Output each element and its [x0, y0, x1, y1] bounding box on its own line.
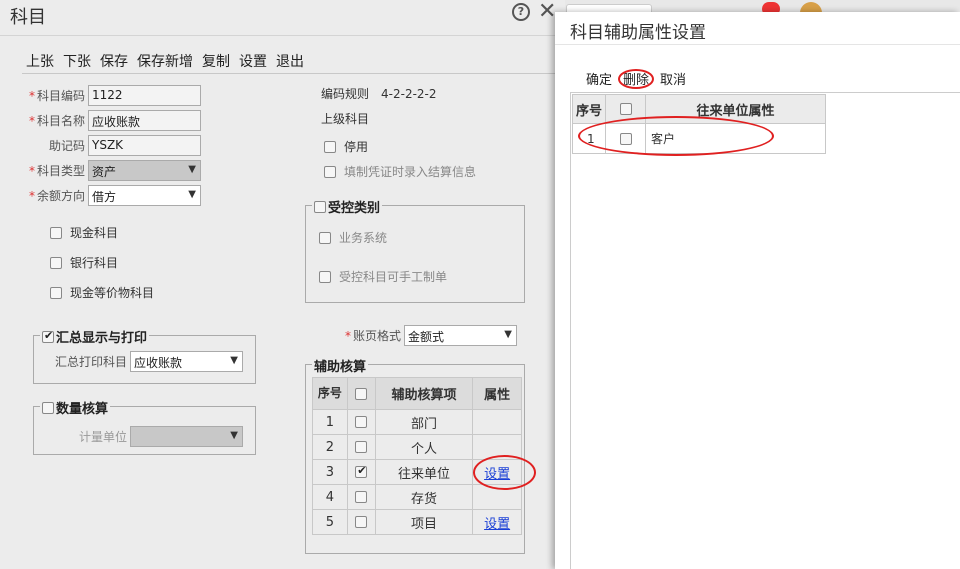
panel-left-border — [570, 92, 571, 569]
chevron-down-icon: ▼ — [504, 329, 512, 340]
aux-item-header: 辅助核算项 — [374, 377, 474, 410]
name-label: * 科目名称 — [28, 114, 85, 128]
print-account-label: 汇总打印科目 — [54, 355, 127, 369]
mnemonic-label: 助记码 — [48, 139, 85, 153]
cash-account-label: 现金科目 — [70, 226, 119, 240]
account-code-input[interactable]: 1122 — [88, 85, 201, 106]
cash-account-checkbox[interactable] — [50, 226, 62, 239]
table-row[interactable]: 4 存货 — [312, 484, 522, 510]
aux-table: 序号 辅助核算项 属性 1 部门 2 个人 3 往来单位 — [312, 377, 522, 535]
exit-button[interactable]: 退出 — [276, 51, 304, 71]
dialog-title: 科目 — [10, 7, 46, 28]
disabled-checkbox[interactable] — [324, 140, 336, 153]
controlled-group: 受控类别 — [305, 197, 525, 303]
cash-equivalent-label: 现金等价物科目 — [70, 286, 155, 300]
close-icon[interactable]: ✕ — [538, 1, 556, 23]
bank-account-checkbox[interactable] — [50, 256, 62, 269]
parent-account-label: 上级科目 — [321, 112, 370, 126]
chevron-down-icon: ▼ — [230, 355, 238, 366]
attr-seq-header: 序号 — [572, 94, 606, 124]
panel-title: 科目辅助属性设置 — [570, 23, 706, 43]
aux-settings-link[interactable]: 设置 — [484, 467, 510, 482]
summary-checkbox[interactable] — [42, 329, 54, 343]
cash-equivalent-checkbox[interactable] — [50, 286, 62, 299]
code-rule-label: 编码规则 — [321, 87, 370, 101]
aux-row-checkbox[interactable] — [355, 491, 368, 503]
table-row[interactable]: 1 客户 — [572, 123, 826, 154]
manual-voucher-checkbox[interactable] — [319, 270, 331, 283]
aux-settings-link[interactable]: 设置 — [484, 517, 510, 532]
account-name-input[interactable]: 应收账款 — [88, 110, 201, 131]
attr-select-all-checkbox[interactable] — [619, 103, 632, 115]
controlled-legend: 受控类别 — [328, 201, 381, 216]
ledger-format-select[interactable]: 金额式 ▼ — [404, 325, 517, 346]
panel-title-divider — [555, 44, 960, 45]
toolbar-divider — [22, 73, 555, 74]
controlled-checkbox[interactable] — [314, 200, 326, 213]
unit-label: 计量单位 — [78, 430, 127, 444]
table-row[interactable]: 1 部门 — [312, 409, 522, 435]
manual-voucher-label: 受控科目可手工制单 — [339, 270, 448, 284]
next-button[interactable]: 下张 — [63, 51, 91, 71]
balance-label: * 余额方向 — [28, 189, 85, 203]
aux-row-checkbox[interactable] — [355, 441, 368, 453]
chevron-down-icon: ▼ — [188, 164, 196, 175]
aux-attribute-panel: 科目辅助属性设置 确定 删除 取消 序号 往来单位属性 1 客户 — [555, 12, 960, 569]
disabled-label: 停用 — [344, 140, 369, 154]
chevron-down-icon: ▼ — [230, 430, 238, 441]
table-row[interactable]: 2 个人 — [312, 434, 522, 460]
aux-row-checkbox[interactable] — [355, 416, 368, 428]
settings-button[interactable]: 设置 — [239, 51, 267, 71]
business-system-label: 业务系统 — [339, 231, 388, 245]
code-label: * 科目编码 — [28, 89, 85, 103]
aux-seq-header: 序号 — [312, 377, 348, 410]
help-icon[interactable]: ? — [512, 3, 530, 21]
attr-row-checkbox[interactable] — [619, 133, 632, 145]
mnemonic-input[interactable]: YSZK — [88, 135, 201, 156]
settlement-label: 填制凭证时录入结算信息 — [344, 165, 477, 179]
delete-button[interactable]: 删除 — [623, 69, 649, 88]
quantity-legend: 数量核算 — [56, 402, 109, 417]
settlement-checkbox[interactable] — [324, 165, 336, 178]
balance-direction-select[interactable]: 借方 ▼ — [88, 185, 201, 206]
prev-button[interactable]: 上张 — [26, 51, 54, 71]
aux-attr-header: 属性 — [472, 377, 522, 410]
table-row[interactable]: 5 项目 设置 — [312, 509, 522, 535]
save-button[interactable]: 保存 — [100, 51, 128, 71]
attr-name-header: 往来单位属性 — [645, 94, 826, 124]
confirm-button[interactable]: 确定 — [586, 69, 612, 88]
aux-row-checkbox[interactable] — [355, 516, 368, 528]
dialog-toolbar: 上张 下张 保存 保存新增 复制 设置 退出 — [26, 51, 304, 71]
aux-legend: 辅助核算 — [314, 360, 367, 375]
panel-toolbar: 确定 删除 取消 — [586, 69, 686, 88]
attribute-table: 序号 往来单位属性 1 客户 — [572, 94, 826, 154]
account-dialog: 科目 ? ✕ 上张 下张 保存 保存新增 复制 设置 退出 * 科目编码 1122… — [0, 0, 565, 569]
code-rule-value: 4-2-2-2-2 — [381, 86, 437, 101]
aux-select-all-checkbox[interactable] — [355, 387, 368, 400]
summary-legend: 汇总显示与打印 — [56, 331, 148, 346]
bank-account-label: 银行科目 — [70, 256, 119, 270]
aux-row-checkbox[interactable] — [355, 464, 368, 478]
business-system-checkbox[interactable] — [319, 231, 331, 244]
account-type-select[interactable]: 资产 ▼ — [88, 160, 201, 181]
quantity-checkbox[interactable] — [42, 401, 54, 414]
save-new-button[interactable]: 保存新增 — [137, 51, 193, 71]
title-divider — [0, 35, 565, 36]
chevron-down-icon: ▼ — [188, 189, 196, 200]
type-label: * 科目类型 — [28, 164, 85, 178]
table-row[interactable]: 3 往来单位 设置 — [312, 459, 522, 485]
copy-button[interactable]: 复制 — [202, 51, 230, 71]
cancel-button[interactable]: 取消 — [660, 69, 686, 88]
ledger-format-label: * 账页格式 — [344, 329, 401, 343]
unit-select[interactable]: ▼ — [130, 426, 243, 447]
print-account-select[interactable]: 应收账款 ▼ — [130, 351, 243, 372]
panel-divider — [570, 92, 960, 93]
